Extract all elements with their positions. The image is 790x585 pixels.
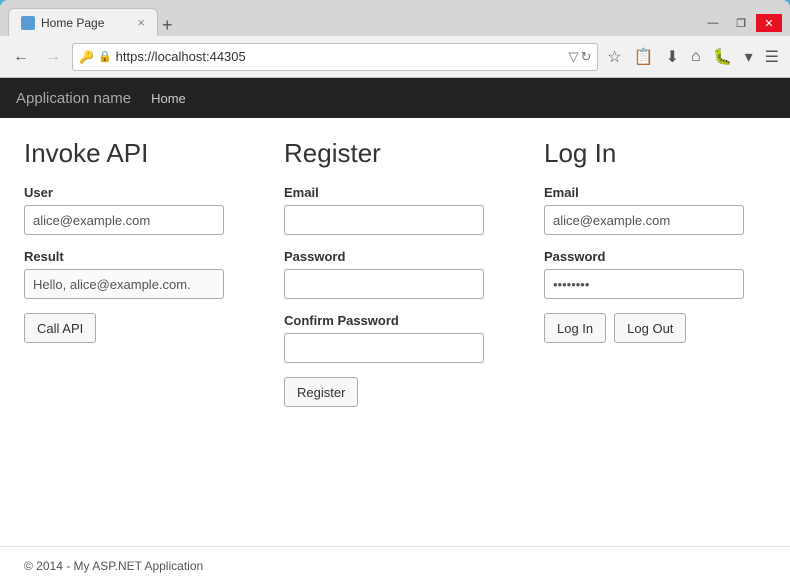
browser-titlebar: Home Page × + — ❐ ✕: [0, 0, 790, 36]
invoke-api-section: Invoke API User Result Call API: [24, 138, 224, 526]
login-btn-row: Log In Log Out: [544, 313, 744, 343]
app-content: Invoke API User Result Call API Register: [0, 118, 790, 546]
address-bar-container: 🔑 🔒 ▽ ↻: [72, 43, 598, 71]
login-title: Log In: [544, 138, 744, 169]
call-api-button[interactable]: Call API: [24, 313, 96, 343]
hamburger-menu-icon[interactable]: ☰: [762, 44, 782, 70]
menu-dropdown-icon[interactable]: ▾: [742, 44, 756, 70]
minimize-btn[interactable]: —: [700, 14, 726, 32]
forward-btn[interactable]: →: [40, 44, 66, 70]
register-button[interactable]: Register: [284, 377, 358, 407]
app-footer: © 2014 - My ASP.NET Application: [0, 546, 790, 585]
tab-favicon: [21, 16, 35, 30]
lock-padlock: 🔒: [98, 50, 112, 63]
register-password-label: Password: [284, 249, 484, 264]
tab-title: Home Page: [41, 16, 104, 30]
app-brand: Application name: [16, 90, 131, 107]
download-icon[interactable]: ⬇: [663, 44, 682, 70]
user-field-group: User: [24, 185, 224, 235]
address-input[interactable]: [116, 49, 565, 64]
logout-button[interactable]: Log Out: [614, 313, 686, 343]
register-confirm-label: Confirm Password: [284, 313, 484, 328]
footer-text: © 2014 - My ASP.NET Application: [24, 559, 203, 573]
register-password-input[interactable]: [284, 269, 484, 299]
nav-home-link[interactable]: Home: [151, 91, 186, 106]
invoke-api-title: Invoke API: [24, 138, 224, 169]
tab-close-btn[interactable]: ×: [137, 15, 145, 30]
browser-tab[interactable]: Home Page ×: [8, 8, 158, 36]
result-field-group: Result: [24, 249, 224, 299]
user-label: User: [24, 185, 224, 200]
new-tab-btn[interactable]: +: [162, 16, 173, 34]
register-password-group: Password: [284, 249, 484, 299]
close-btn[interactable]: ✕: [756, 14, 782, 32]
register-email-label: Email: [284, 185, 484, 200]
app-navbar: Application name Home: [0, 78, 790, 118]
login-password-input[interactable]: [544, 269, 744, 299]
login-password-group: Password: [544, 249, 744, 299]
login-email-group: Email: [544, 185, 744, 235]
register-title: Register: [284, 138, 484, 169]
browser-window: Home Page × + — ❐ ✕ ← → 🔑 🔒 ▽ ↻ ☆ 📋 ⬇ ⌂ …: [0, 0, 790, 585]
bug-icon[interactable]: 🐛: [710, 44, 736, 70]
bookmarks-star-icon[interactable]: ☆: [604, 44, 624, 70]
dropdown-arrow[interactable]: ▽: [568, 49, 578, 65]
app-window: Application name Home Invoke API User Re…: [0, 78, 790, 585]
columns: Invoke API User Result Call API Register: [24, 138, 766, 526]
register-email-group: Email: [284, 185, 484, 235]
browser-toolbar: ← → 🔑 🔒 ▽ ↻ ☆ 📋 ⬇ ⌂ 🐛 ▾ ☰: [0, 36, 790, 78]
window-controls: — ❐ ✕: [700, 14, 782, 32]
home-icon[interactable]: ⌂: [688, 45, 704, 69]
login-button[interactable]: Log In: [544, 313, 606, 343]
login-email-input[interactable]: [544, 205, 744, 235]
register-section: Register Email Password Confirm Password…: [284, 138, 484, 526]
clipboard-icon[interactable]: 📋: [631, 44, 657, 70]
address-bar-actions: ▽ ↻: [568, 49, 591, 65]
result-label: Result: [24, 249, 224, 264]
refresh-btn[interactable]: ↻: [580, 49, 591, 65]
login-email-label: Email: [544, 185, 744, 200]
register-confirm-input[interactable]: [284, 333, 484, 363]
result-input: [24, 269, 224, 299]
login-password-label: Password: [544, 249, 744, 264]
restore-btn[interactable]: ❐: [728, 14, 754, 32]
register-email-input[interactable]: [284, 205, 484, 235]
register-confirm-group: Confirm Password: [284, 313, 484, 363]
user-input[interactable]: [24, 205, 224, 235]
lock-icon: 🔑: [79, 50, 94, 64]
login-section: Log In Email Password Log In Log Out: [544, 138, 744, 526]
toolbar-icons: ☆ 📋 ⬇ ⌂ 🐛 ▾ ☰: [604, 44, 782, 70]
back-btn[interactable]: ←: [8, 44, 34, 70]
